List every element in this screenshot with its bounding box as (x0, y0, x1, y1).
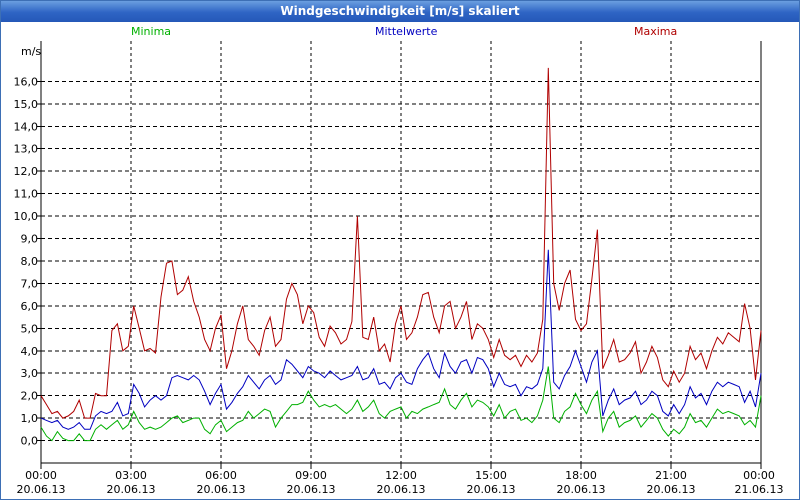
y-tick-label: 8,0 (21, 255, 39, 268)
wind-speed-chart: m/s 0,0 1,0 2,0 3,0 4,0 5,0 6,0 7,0 8,0 9,0 10,0 11,… (14, 41, 784, 496)
y-tick-label: 1,0 (21, 412, 39, 425)
y-tick-label: 12,0 (14, 165, 39, 178)
window-title: Windgeschwindigkeit [m/s] skaliert (1, 1, 799, 22)
y-tick-label: 10,0 (14, 210, 39, 223)
x-tick-time: 00:00 (25, 469, 57, 482)
x-tick-date: 20.06.13 (197, 483, 246, 496)
y-tick-label: 15,0 (14, 98, 39, 111)
x-tick-date: 20.06.13 (107, 483, 156, 496)
y-tick-label: 6,0 (21, 300, 39, 313)
x-tick-date: 21.06.13 (735, 483, 784, 496)
x-tick-time: 03:00 (115, 469, 147, 482)
y-axis-unit-label: m/s (21, 45, 41, 58)
y-tick-label: 0,0 (21, 435, 39, 448)
chart-window: Windgeschwindigkeit [m/s] skaliert Minim… (0, 0, 800, 500)
x-tick-date: 20.06.13 (377, 483, 426, 496)
x-tick-time: 18:00 (565, 469, 597, 482)
x-tick-time: 06:00 (205, 469, 237, 482)
y-tick-label: 2,0 (21, 390, 39, 403)
x-tick-time: 15:00 (475, 469, 507, 482)
y-tick-label: 7,0 (21, 277, 39, 290)
x-tick-date: 20.06.13 (647, 483, 696, 496)
y-tick-label: 14,0 (14, 120, 39, 133)
x-tick-date: 20.06.13 (557, 483, 606, 496)
x-tick-time: 00:00 (743, 469, 775, 482)
y-tick-label: 16,0 (14, 75, 39, 88)
y-tick-label: 4,0 (21, 345, 39, 358)
y-tick-label: 5,0 (21, 322, 39, 335)
x-tick-time: 12:00 (385, 469, 417, 482)
x-tick-time: 09:00 (295, 469, 327, 482)
y-tick-label: 3,0 (21, 367, 39, 380)
x-tick-time: 21:00 (655, 469, 687, 482)
x-tick-date: 20.06.13 (17, 483, 66, 496)
x-tick-date: 20.06.13 (467, 483, 516, 496)
x-tick-date: 20.06.13 (287, 483, 336, 496)
y-tick-label: 11,0 (14, 188, 39, 201)
y-tick-label: 13,0 (14, 143, 39, 156)
y-tick-label: 9,0 (21, 233, 39, 246)
